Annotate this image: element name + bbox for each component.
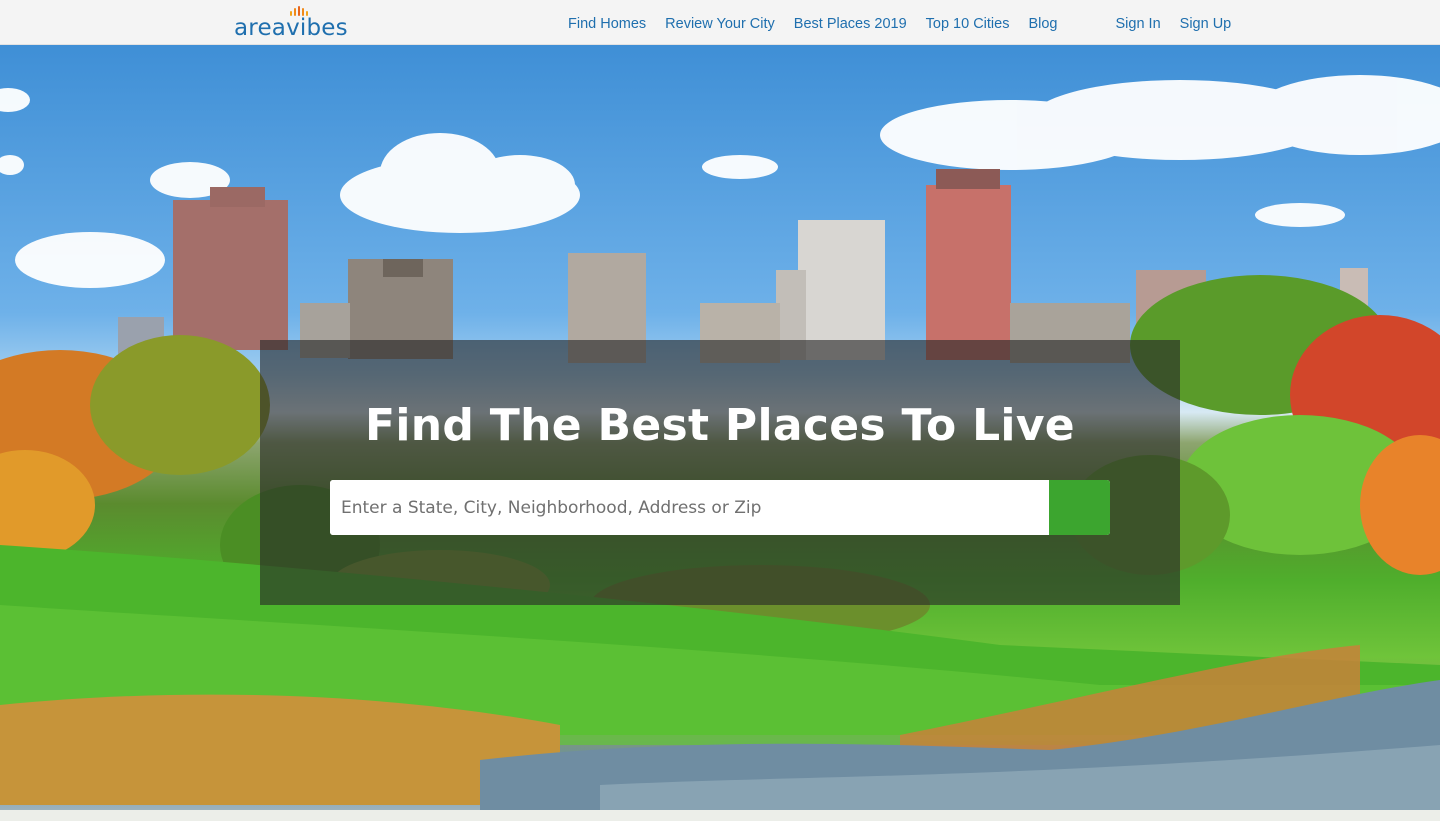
nav-best-places-2019[interactable]: Best Places 2019	[794, 16, 907, 32]
nav-blog[interactable]: Blog	[1028, 16, 1057, 32]
nav-find-homes[interactable]: Find Homes	[568, 16, 646, 32]
main-nav: Find Homes Review Your City Best Places …	[568, 16, 1231, 32]
hero-background-image: Find The Best Places To Live	[0, 45, 1440, 810]
site-header: areavibes Find Homes Review Your City Be…	[0, 0, 1440, 45]
nav-review-your-city[interactable]: Review Your City	[665, 16, 775, 32]
logo-bars-icon	[290, 6, 308, 16]
sign-in-link[interactable]: Sign In	[1116, 16, 1161, 32]
hero-headline: Find The Best Places To Live	[365, 400, 1075, 451]
search-panel: Find The Best Places To Live	[260, 340, 1180, 605]
page-bottom-strip	[0, 810, 1440, 821]
sign-up-link[interactable]: Sign Up	[1180, 16, 1232, 32]
location-search-input[interactable]	[330, 480, 1049, 535]
search-bar	[330, 480, 1110, 535]
logo-text: areavibes	[234, 15, 348, 41]
nav-top-10-cities[interactable]: Top 10 Cities	[926, 16, 1010, 32]
search-icon	[331, 481, 347, 497]
areavibes-logo[interactable]: areavibes	[234, 6, 348, 40]
search-button[interactable]	[331, 480, 1110, 535]
